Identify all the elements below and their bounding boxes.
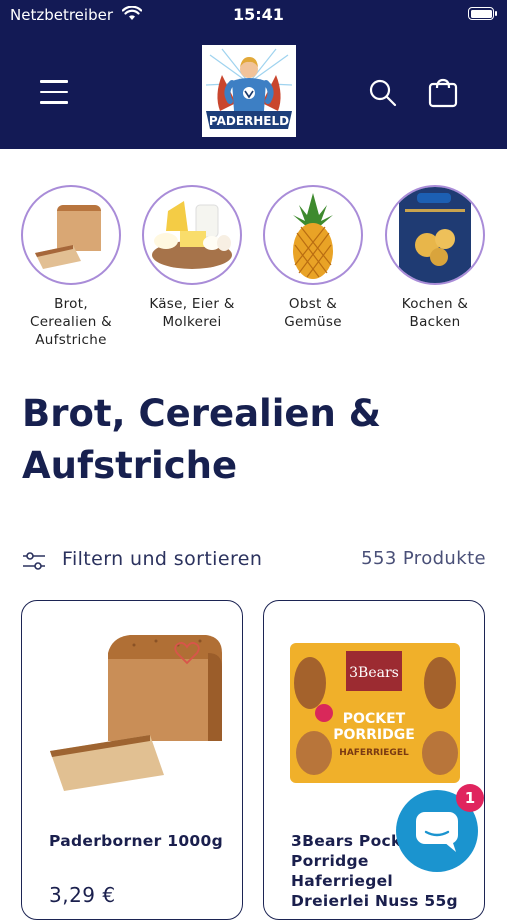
svg-text:3Bears: 3Bears xyxy=(349,665,399,681)
category-item-obst[interactable]: Obst & Gemüse xyxy=(252,185,374,331)
category-image-dairy xyxy=(142,185,242,285)
shopping-bag-icon[interactable] xyxy=(428,76,458,108)
product-card[interactable]: 3Bears POCKET PORRIDGE HAFERRIEGEL 3Bear… xyxy=(263,600,485,920)
logo-text: PADERHELD xyxy=(209,114,289,128)
category-label: Kochen & Backen xyxy=(401,296,469,330)
clock: 15:41 xyxy=(233,5,284,24)
category-carousel: Brot, Cerealien & Aufstriche Käse, Eier … xyxy=(0,185,507,355)
battery-icon xyxy=(468,7,497,20)
product-image-porridge-bar: 3Bears POCKET PORRIDGE HAFERRIEGEL xyxy=(280,623,470,803)
category-label: Obst & Gemüse xyxy=(284,296,342,330)
category-item-brot[interactable]: Brot, Cerealien & Aufstriche xyxy=(10,185,132,349)
svg-text:HAFERRIEGEL: HAFERRIEGEL xyxy=(339,748,409,758)
category-label: Käse, Eier & Molkerei xyxy=(149,296,235,330)
wifi-icon xyxy=(121,5,143,25)
filter-sort-button[interactable]: Filtern und sortieren xyxy=(62,548,262,570)
category-label: Brot, Cerealien & Aufstriche xyxy=(29,296,113,348)
carrier-name: Netzbetreiber xyxy=(10,6,113,24)
status-bar: Netzbetreiber 15:41 xyxy=(0,0,507,32)
filter-sort-bar: Filtern und sortieren 553 Produkte xyxy=(22,545,486,575)
page-title: Brot, Cerealien & Aufstriche xyxy=(22,392,381,487)
heart-icon[interactable] xyxy=(174,641,200,665)
product-price: 3,29 € xyxy=(49,883,116,907)
search-icon[interactable] xyxy=(368,78,398,108)
filter-sliders-icon[interactable] xyxy=(22,551,46,571)
category-image-pasta xyxy=(385,185,485,285)
chat-notification-badge: 1 xyxy=(456,784,484,812)
category-item-kochen[interactable]: Kochen & Backen xyxy=(374,185,496,331)
svg-text:POCKET: POCKET xyxy=(343,711,406,727)
category-image-pineapple xyxy=(263,185,363,285)
hamburger-menu-icon[interactable] xyxy=(40,80,68,104)
logo[interactable]: PADERHELD xyxy=(202,45,296,137)
svg-text:PORRIDGE: PORRIDGE xyxy=(333,727,415,743)
site-header: PADERHELD xyxy=(0,32,507,149)
category-image-bread xyxy=(21,185,121,285)
category-item-kaese[interactable]: Käse, Eier & Molkerei xyxy=(131,185,253,331)
product-card[interactable]: Paderborner 1000g 3,29 € xyxy=(21,600,243,920)
product-count: 553 Produkte xyxy=(361,548,486,569)
product-name[interactable]: Paderborner 1000g xyxy=(49,831,224,851)
